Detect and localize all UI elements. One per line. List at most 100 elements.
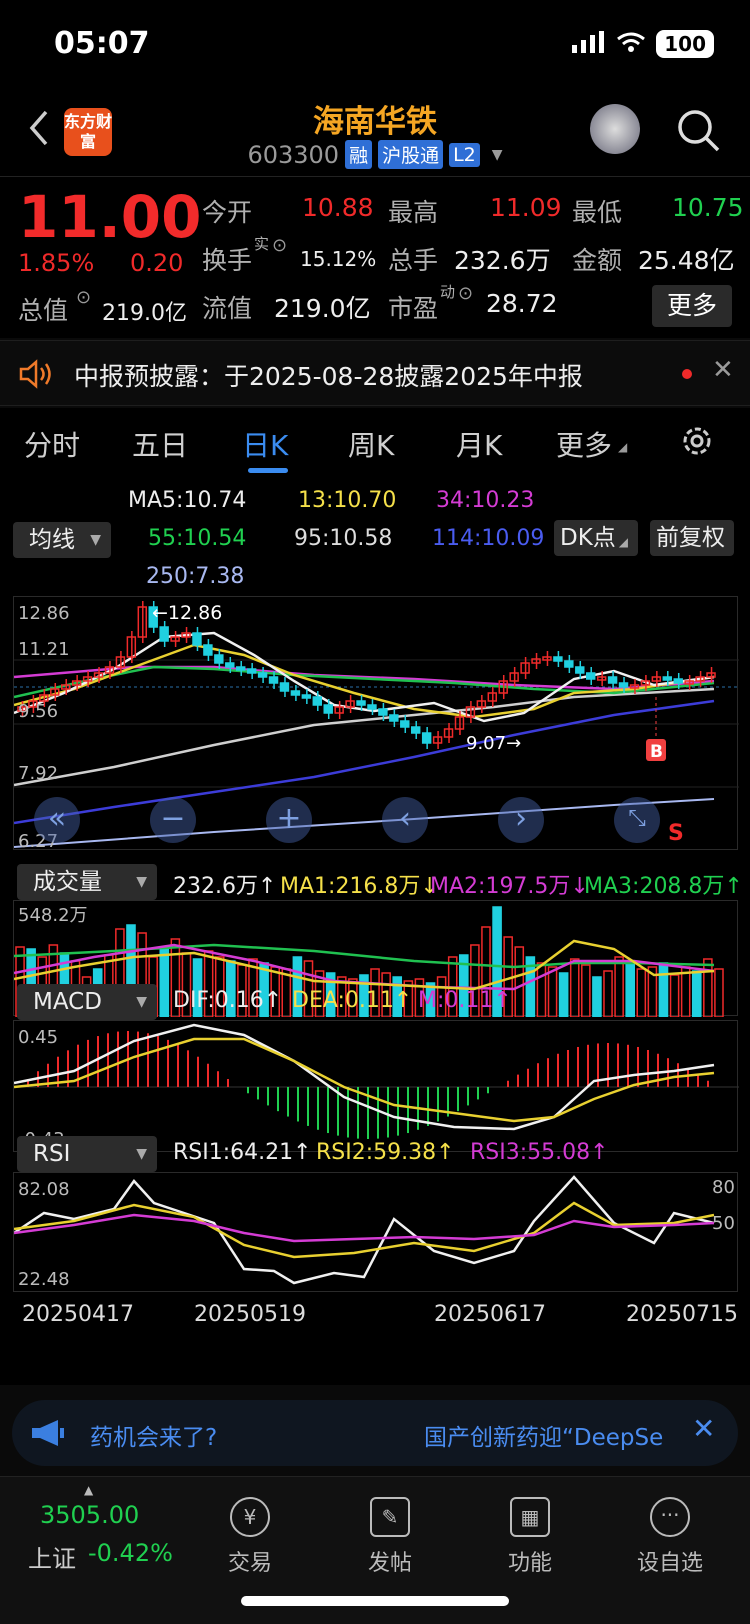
tab-daily-k[interactable]: 日K (242, 424, 288, 464)
candle-body (586, 672, 596, 680)
candle-body (159, 626, 169, 642)
dk-point-button[interactable]: DK点 ◢ (554, 520, 638, 556)
tab-weekly-k[interactable]: 周K (348, 424, 394, 464)
open-label: 今开 (202, 198, 253, 227)
turnover-sup: 实 (254, 235, 270, 253)
adjust-button[interactable]: 前复权 (650, 520, 734, 556)
news-banner[interactable]: 药机会来了? 国产创新药迎“DeepSe ✕ (12, 1400, 738, 1466)
total-cap-label: 总值 (18, 296, 69, 325)
ma250-value: 250:7.38 (146, 564, 245, 589)
scroll-far-left-icon[interactable]: « (34, 797, 80, 843)
stock-code-row[interactable]: 603300 融 沪股通 L2 ▼ (0, 140, 750, 169)
vol-ma1: MA1:216.8万↓ (280, 874, 439, 899)
wifi-icon (616, 31, 646, 57)
pe-info-icon[interactable]: ⊙ (458, 283, 473, 304)
candle-body (225, 662, 235, 668)
macd-panel[interactable]: 0.45 -0.43 (13, 1020, 739, 1152)
candle-body (257, 672, 268, 678)
y-axis-tick-2: 9.56 (18, 701, 58, 722)
volume-value: 232.6万 (454, 246, 551, 275)
volume-label: 总手 (388, 246, 439, 275)
volume-bar (691, 970, 702, 1018)
volume-selector[interactable]: 成交量 ▼ (17, 864, 157, 900)
notice-bar[interactable]: 中报预披露：于2025-08-28披露2025年中报 ✕ (0, 340, 750, 406)
scroll-right-icon[interactable]: › (498, 797, 544, 843)
index-change[interactable]: -0.42% (88, 1539, 173, 1567)
ma-selector[interactable]: 均线 ▼ (13, 522, 111, 558)
nav-post[interactable]: ✎ 发帖 (330, 1497, 450, 1577)
megaphone-icon (30, 1418, 66, 1452)
banner-left-text: 药机会来了? (90, 1425, 218, 1451)
kline-panel[interactable]: 12.86 11.21 9.56 7.92 6.27 ←12.86 9.07→ … (13, 596, 739, 852)
close-icon[interactable]: ✕ (712, 355, 734, 385)
candle-body (290, 690, 301, 696)
last-price: 11.00 (18, 183, 202, 251)
vol-ma2: MA2:197.5万↓ (430, 874, 589, 899)
zoom-out-icon[interactable]: − (150, 797, 196, 843)
notice-text: 中报预披露：于2025-08-28披露2025年中报 (74, 362, 583, 391)
candle-body (607, 676, 618, 684)
macd-chart: 0.45 -0.43 (13, 1023, 739, 1150)
high-value: 11.09 (490, 193, 562, 222)
amount-value: 25.48亿 (638, 246, 735, 275)
float-cap-label: 流值 (202, 294, 253, 323)
rsi-panel[interactable]: 82.08 22.48 80 50 (13, 1172, 738, 1292)
unread-dot (682, 369, 692, 379)
candle-body (214, 654, 224, 664)
candle-body (618, 682, 629, 688)
tab-monthly-k[interactable]: 月K (456, 424, 502, 464)
status-bar: 05:07 100 (0, 0, 750, 90)
change-amount: 0.20 (130, 249, 184, 277)
quote-panel: 11.00 1.85% 0.20 总值 ⊙ 219.0亿 今开 10.88 最高… (0, 176, 750, 338)
banner-right-text: 国产创新药迎“DeepSe (424, 1425, 664, 1451)
yen-icon: ¥ (230, 1497, 270, 1537)
banner-close-icon[interactable]: ✕ (692, 1412, 715, 1445)
tab-intraday[interactable]: 分时 (24, 424, 80, 464)
more-button[interactable]: 更多 (652, 285, 732, 327)
chart-area: MA5:10.74 13:10.70 34:10.23 均线 ▼ 55:10.54… (0, 480, 750, 1385)
candle-body (575, 666, 585, 674)
rsi-level-50: 50 (712, 1213, 735, 1234)
rsi1-line (13, 1175, 715, 1285)
macd-dif: DIF:0.16↑ (173, 988, 283, 1013)
rsi2-value: RSI2:59.38↑ (316, 1140, 455, 1165)
volume-bar (658, 962, 669, 1018)
zoom-in-icon[interactable]: + (266, 797, 312, 843)
rsi-selector[interactable]: RSI ▼ (17, 1136, 157, 1172)
fullscreen-icon[interactable]: ⤡ (614, 797, 660, 843)
macd-selector[interactable]: MACD ▼ (17, 984, 157, 1020)
nav-post-label: 发帖 (367, 1551, 412, 1576)
scroll-left-icon[interactable]: ‹ (382, 797, 428, 843)
settings-gear-icon[interactable] (680, 424, 714, 462)
tag-margin: 融 (345, 140, 373, 169)
search-icon[interactable] (676, 108, 720, 156)
robot-assistant-icon[interactable] (590, 104, 640, 154)
triangle-icon: ◢ (618, 440, 628, 454)
tab-more[interactable]: 更多 (556, 424, 612, 464)
nav-functions[interactable]: ▦ 功能 (470, 1497, 590, 1577)
ma-selector-label: 均线 (29, 527, 75, 553)
rsi2-line (13, 1201, 715, 1259)
date-label-1: 20250417 (22, 1302, 134, 1327)
volume-bar (614, 956, 624, 1018)
more-dots-icon[interactable]: ⊙ (76, 287, 91, 308)
index-value[interactable]: 3505.00 (40, 1501, 139, 1529)
candle-body (389, 714, 399, 722)
candle-body (356, 700, 366, 706)
rsi-y-max: 82.08 (18, 1179, 70, 1200)
info-dots-icon[interactable]: ⊙ (272, 235, 287, 256)
open-value: 10.88 (302, 193, 374, 222)
index-name[interactable]: 上证 (28, 1539, 76, 1574)
ma114-value: 114:10.09 (432, 526, 545, 551)
low-label: 最低 (572, 198, 623, 227)
total-cap-value: 219.0亿 (102, 301, 187, 326)
nav-custom[interactable]: ··· 设自选 (610, 1497, 730, 1577)
more-circle-icon: ··· (650, 1497, 690, 1537)
candle-body (411, 726, 421, 734)
nav-trade-label: 交易 (227, 1551, 272, 1576)
volume-bar (592, 976, 602, 1018)
pe-value: 28.72 (486, 289, 558, 318)
candle-body (246, 668, 257, 674)
tab-five-day[interactable]: 五日 (132, 424, 188, 464)
nav-trade[interactable]: ¥ 交易 (190, 1497, 310, 1577)
